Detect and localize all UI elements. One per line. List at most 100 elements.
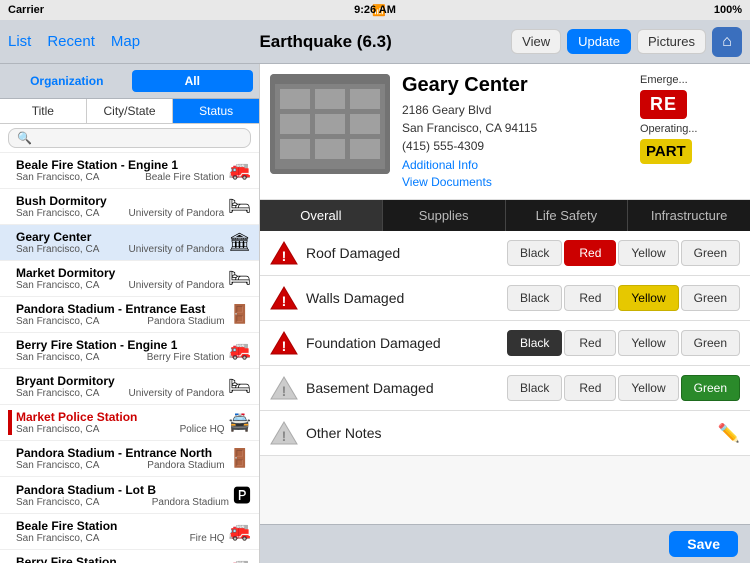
damage-buttons: Black Red Yellow Green xyxy=(507,285,740,311)
list-item[interactable]: Pandora Stadium - Lot B San Francisco, C… xyxy=(0,477,259,514)
list-item-text: Pandora Stadium - Entrance North San Fra… xyxy=(16,446,225,471)
list-item[interactable]: Berry Fire Station San Francisco, CAFire… xyxy=(0,550,259,563)
status-indicator xyxy=(8,410,12,435)
yellow-button[interactable]: Yellow xyxy=(618,330,678,356)
filter-status[interactable]: Status xyxy=(173,99,259,123)
filter-title[interactable]: Title xyxy=(0,99,87,123)
damage-label: Other Notes xyxy=(306,425,702,441)
list-item[interactable]: Market Police Station San Francisco, CAP… xyxy=(0,405,259,441)
list-item[interactable]: Market Dormitory San Francisco, CAUniver… xyxy=(0,261,259,297)
status-indicator xyxy=(8,519,12,544)
home-button[interactable]: ⌂ xyxy=(712,27,742,57)
green-button[interactable]: Green xyxy=(681,240,740,266)
exit-icon: 🚪 xyxy=(229,304,251,325)
status-indicator xyxy=(8,374,12,399)
nav-bar: List Recent Map Earthquake (6.3) View Up… xyxy=(0,20,750,64)
fire-icon: 🚒 xyxy=(229,340,251,361)
list-item-text: Pandora Stadium - Lot B San Francisco, C… xyxy=(16,483,229,508)
green-button[interactable]: Green xyxy=(681,375,740,401)
emergency-status-badge: RE xyxy=(640,90,687,119)
svg-text:!: ! xyxy=(282,293,287,309)
list-item[interactable]: Bush Dormitory San Francisco, CAUniversi… xyxy=(0,189,259,225)
tab-supplies[interactable]: Supplies xyxy=(383,200,506,231)
red-button[interactable]: Red xyxy=(564,375,616,401)
damage-row: ! Roof Damaged Black Red Yellow Green xyxy=(260,231,750,276)
item-name: Pandora Stadium - Entrance North xyxy=(16,446,225,460)
operating-label: Operating... xyxy=(640,123,697,135)
item-name: Pandora Stadium - Entrance East xyxy=(16,302,225,316)
red-button[interactable]: Red xyxy=(564,330,616,356)
sidebar-search-container xyxy=(0,124,259,153)
damage-row: ! Basement Damaged Black Red Yellow Gree… xyxy=(260,366,750,411)
item-sub: San Francisco, CABeale Fire Station xyxy=(16,172,225,183)
status-indicator xyxy=(8,230,12,255)
list-item[interactable]: Bryant Dormitory San Francisco, CAUniver… xyxy=(0,369,259,405)
update-button[interactable]: Update xyxy=(567,29,631,54)
filter-city-state[interactable]: City/State xyxy=(87,99,174,123)
recent-nav-button[interactable]: Recent xyxy=(47,33,95,50)
tab-infrastructure[interactable]: Infrastructure xyxy=(628,200,750,231)
fire-icon: 🚒 xyxy=(229,160,251,181)
fire-icon: 🚒 xyxy=(229,521,251,542)
status-indicator xyxy=(8,194,12,219)
green-button[interactable]: Green xyxy=(681,285,740,311)
item-sub: San Francisco, CAPolice HQ xyxy=(16,424,225,435)
yellow-button[interactable]: Yellow xyxy=(618,240,678,266)
black-button[interactable]: Black xyxy=(507,285,562,311)
item-sub: San Francisco, CAUniversity of Pandora xyxy=(16,244,224,255)
item-sub: San Francisco, CAPandora Stadium xyxy=(16,460,225,471)
detail-header: Geary Center 2186 Geary Blvd San Francis… xyxy=(260,64,750,200)
carrier-label: Carrier xyxy=(8,4,44,16)
view-button[interactable]: View xyxy=(511,29,561,54)
pictures-button[interactable]: Pictures xyxy=(637,29,706,54)
item-sub: San Francisco, CAUniversity of Pandora xyxy=(16,280,224,291)
list-item[interactable]: Beale Fire Station San Francisco, CAFire… xyxy=(0,514,259,550)
black-button[interactable]: Black xyxy=(507,375,562,401)
view-documents-link[interactable]: View Documents xyxy=(402,175,628,189)
list-item-text: Market Dormitory San Francisco, CAUniver… xyxy=(16,266,224,291)
nav-title: Earthquake (6.3) xyxy=(259,32,391,52)
black-button[interactable]: Black xyxy=(507,240,562,266)
yellow-button[interactable]: Yellow xyxy=(618,375,678,401)
list-item[interactable]: Pandora Stadium - Entrance North San Fra… xyxy=(0,441,259,477)
save-button[interactable]: Save xyxy=(669,531,738,557)
item-name: Bush Dormitory xyxy=(16,194,224,208)
address-line2: San Francisco, CA 94115 xyxy=(402,119,628,137)
list-item[interactable]: Beale Fire Station - Engine 1 San Franci… xyxy=(0,153,259,189)
list-item[interactable]: Pandora Stadium - Entrance East San Fran… xyxy=(0,297,259,333)
green-button[interactable]: Green xyxy=(681,330,740,356)
home-icon: ⌂ xyxy=(722,33,732,51)
facility-name: Geary Center xyxy=(402,74,628,97)
pencil-icon[interactable]: ✏️ xyxy=(718,423,740,444)
additional-info-link[interactable]: Additional Info xyxy=(402,158,628,172)
svg-text:!: ! xyxy=(282,428,287,444)
status-bar: Carrier 📶 9:26 AM 100% xyxy=(0,0,750,20)
black-button[interactable]: Black xyxy=(507,330,562,356)
yellow-button[interactable]: Yellow xyxy=(618,285,678,311)
damage-label: Roof Damaged xyxy=(306,245,499,261)
list-item[interactable]: Geary Center San Francisco, CAUniversity… xyxy=(0,225,259,261)
time-label: 9:26 AM xyxy=(354,4,396,16)
search-input[interactable] xyxy=(8,128,251,148)
organization-tab[interactable]: Organization xyxy=(6,70,128,92)
tab-overall[interactable]: Overall xyxy=(260,200,383,231)
facility-image xyxy=(270,74,390,174)
red-button[interactable]: Red xyxy=(564,240,616,266)
status-indicator xyxy=(8,158,12,183)
item-sub: San Francisco, CABerry Fire Station xyxy=(16,352,225,363)
map-nav-button[interactable]: Map xyxy=(111,33,140,50)
tab-life-safety[interactable]: Life Safety xyxy=(506,200,629,231)
main-layout: Organization All Title City/State Status… xyxy=(0,64,750,563)
all-tab[interactable]: All xyxy=(132,70,254,92)
item-name: Berry Fire Station xyxy=(16,555,225,563)
item-name: Geary Center xyxy=(16,230,224,244)
sidebar-org-tabs: Organization All xyxy=(0,64,259,99)
red-button[interactable]: Red xyxy=(564,285,616,311)
list-item-text: Geary Center San Francisco, CAUniversity… xyxy=(16,230,224,255)
list-item[interactable]: Berry Fire Station - Engine 1 San Franci… xyxy=(0,333,259,369)
list-nav-button[interactable]: List xyxy=(8,33,31,50)
emergency-label: Emerge... xyxy=(640,74,688,86)
phone-number: (415) 555-4309 xyxy=(402,137,628,155)
sidebar-filter-tabs: Title City/State Status xyxy=(0,99,259,124)
damage-buttons: Black Red Yellow Green xyxy=(507,330,740,356)
